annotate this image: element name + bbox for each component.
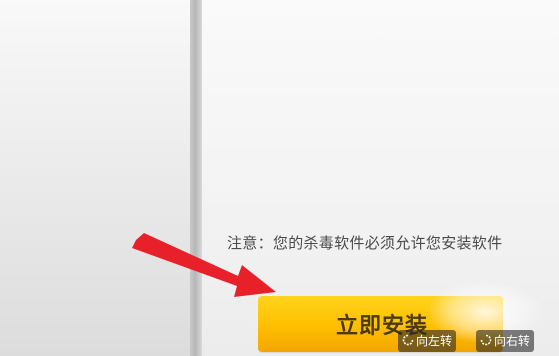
installer-window: 注意：您的杀毒软件必须允许您安装软件 立即安装 向左转 向右转 <box>0 0 559 356</box>
rotate-right-label: 向右转 <box>494 334 531 348</box>
install-now-button[interactable]: 立即安装 <box>258 296 503 352</box>
rotate-right-icon <box>480 334 492 346</box>
rotate-right-button[interactable]: 向右转 <box>476 330 535 352</box>
rotate-left-icon <box>402 334 414 346</box>
left-panel <box>0 0 190 356</box>
rotate-left-button[interactable]: 向左转 <box>398 330 457 352</box>
rotate-left-label: 向左转 <box>416 334 453 348</box>
pointer-arrow-icon <box>132 233 276 297</box>
panel-divider <box>190 0 202 356</box>
